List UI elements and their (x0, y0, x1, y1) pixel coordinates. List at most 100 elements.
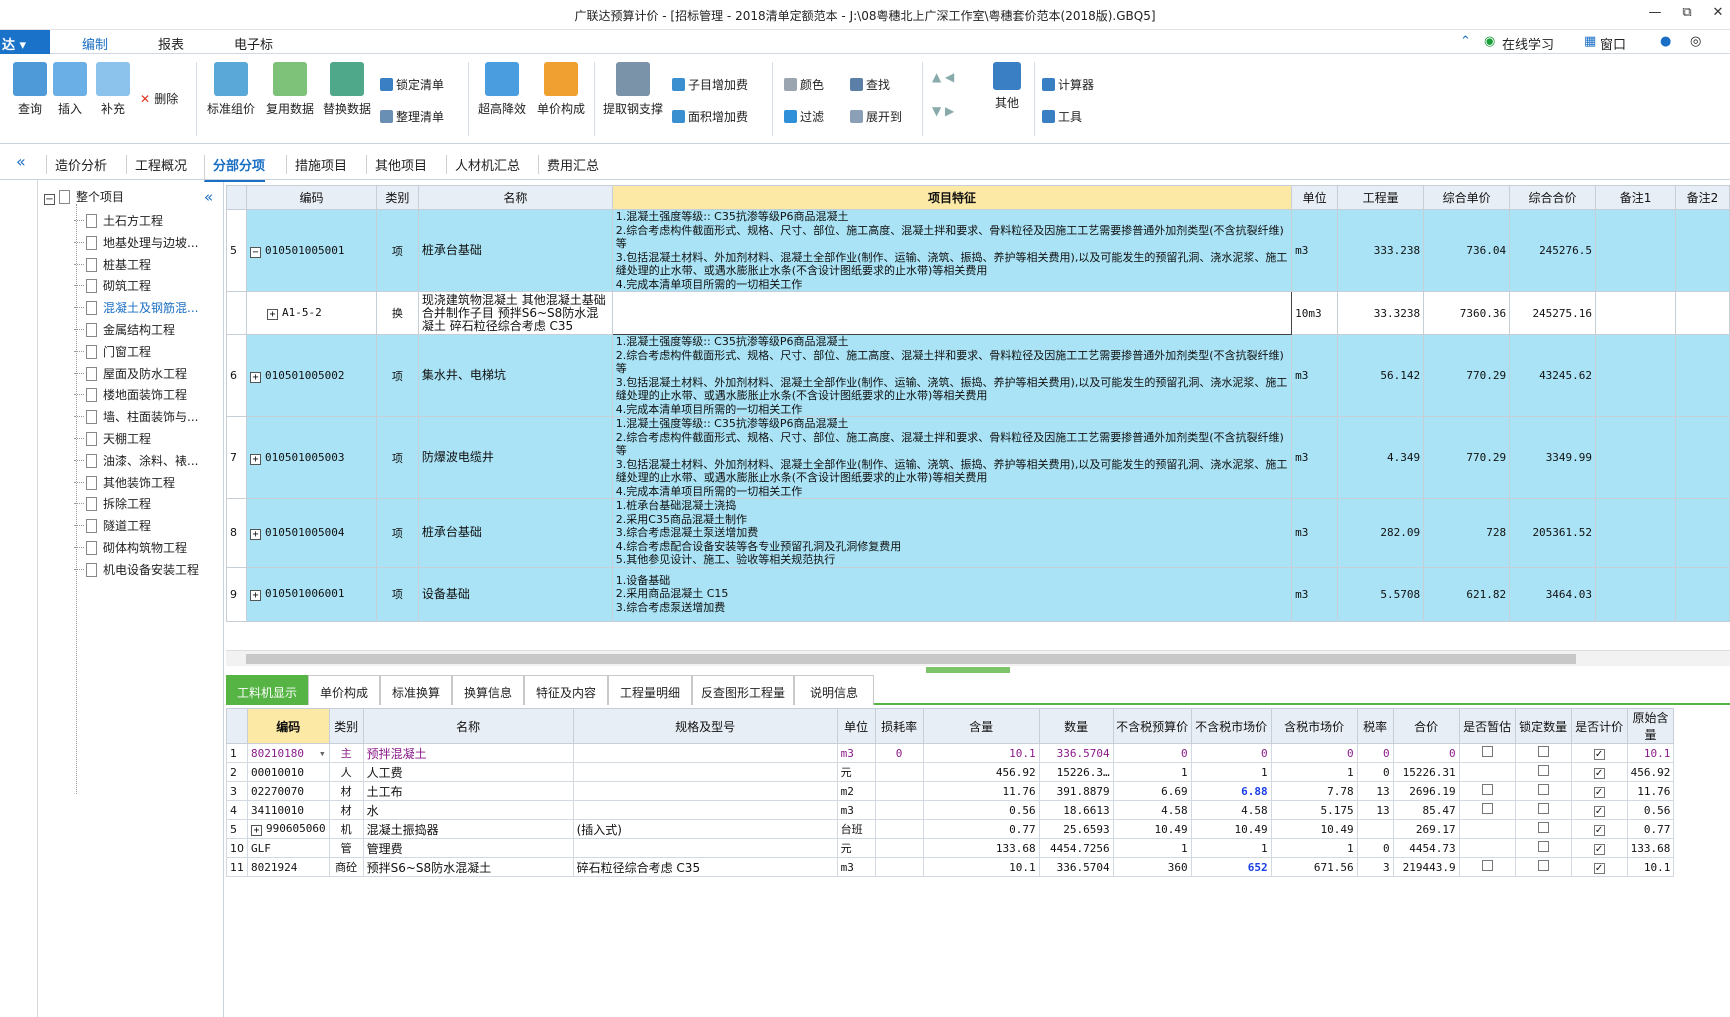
remark1-cell[interactable] (1595, 209, 1676, 292)
column-header[interactable]: 项目特征 (611, 185, 1293, 210)
user-icon[interactable]: ● (1660, 34, 1671, 49)
scroll-thumb[interactable] (246, 654, 1576, 664)
detail-tab[interactable]: 特征及内容 (524, 675, 608, 705)
priced-cell[interactable]: ✓ (1570, 781, 1628, 801)
remark2-cell[interactable] (1674, 334, 1730, 417)
original-content-cell[interactable]: 0.56 (1626, 800, 1675, 820)
color-button[interactable]: 颜色 (784, 76, 824, 93)
tree-item[interactable]: 拆除工程 (74, 495, 151, 512)
unit-cell[interactable]: 元 (836, 762, 876, 782)
extract-rebar-button[interactable]: 提取钢支撑 (600, 62, 666, 117)
type-cell[interactable]: 项 (375, 566, 419, 622)
bill-row[interactable]: 8 +010501005004 项桩承台基础 1.桩承台基础混凝土浇捣 2.采用C35… (226, 498, 1730, 568)
unit-cell[interactable]: m2 (836, 781, 876, 801)
checkbox[interactable]: ✓ (1593, 862, 1605, 874)
bill-row[interactable]: 7 +010501005003 项防爆波电缆井 1.混凝土强度等级:: C35抗渗等级… (226, 416, 1730, 499)
tab-cost-analysis[interactable]: 造价分析 (46, 155, 107, 174)
lock-qty-cell[interactable] (1514, 857, 1572, 877)
calculator-button[interactable]: 计算器 (1042, 76, 1094, 93)
quantity-cell[interactable]: 56.142 (1337, 334, 1425, 417)
tree-item[interactable]: 楼地面装饰工程 (74, 386, 187, 403)
quantity-cell[interactable]: 18.6613 (1038, 800, 1114, 820)
panel-splitter[interactable] (226, 666, 1730, 674)
name-cell[interactable]: 设备基础 (417, 566, 613, 622)
unit-cell[interactable]: m3 (836, 857, 876, 877)
tools-button[interactable]: 工具 (1042, 108, 1082, 125)
tree-item[interactable]: 油漆、涂料、裱... (74, 452, 198, 469)
quantity-cell[interactable]: 4454.7256 (1038, 838, 1114, 858)
filter-button[interactable]: 过滤 (784, 108, 824, 125)
quantity-cell[interactable]: 336.5704 (1038, 743, 1114, 763)
tab-labor-material-summary[interactable]: 人材机汇总 (446, 155, 520, 174)
tax-rate-cell[interactable]: 13 (1356, 781, 1394, 801)
checkbox[interactable] (1537, 860, 1549, 871)
remark2-cell[interactable] (1674, 498, 1730, 568)
tidy-list-button[interactable]: 整理清单 (380, 108, 444, 125)
child-add-button[interactable]: 子目增加费 (672, 76, 748, 93)
unit-cell[interactable]: 元 (836, 838, 876, 858)
tree-root[interactable]: − 整个项目 (44, 188, 124, 205)
content-cell[interactable]: 0.56 (922, 800, 1040, 820)
tab-other-items[interactable]: 其他项目 (366, 155, 427, 174)
code-cell[interactable]: +010501006001 (245, 566, 377, 622)
resource-row[interactable]: 1 80210180 ▾ 主预拌混凝土 m3 0 10.1 336.5704 0 0 0 0 0 ✓ 10.… (226, 743, 1675, 763)
content-cell[interactable]: 456.92 (922, 762, 1040, 782)
column-header[interactable]: 原始含量 (1626, 708, 1675, 744)
tax-rate-cell[interactable]: 0 (1356, 762, 1394, 782)
total-price-cell[interactable]: 3349.99 (1509, 416, 1597, 499)
name-cell[interactable]: 防爆波电缆井 (417, 416, 613, 499)
loss-rate-cell[interactable] (874, 800, 924, 820)
unit-price-cell[interactable]: 728 (1423, 498, 1511, 568)
tree-item[interactable]: 砌筑工程 (74, 277, 151, 294)
resource-row[interactable]: 4 34110010 材水 m3 0.56 18.6613 4.58 4.58 5.175 13 8… (226, 800, 1675, 820)
name-cell[interactable]: 集水井、电梯坑 (417, 334, 613, 417)
checkbox[interactable] (1481, 860, 1493, 871)
spec-cell[interactable]: 碎石粒径综合考虑 C35 (572, 857, 838, 877)
resource-row[interactable]: 2 00010010 人人工费元 456.92 15226.3… 1 1 1 0 15226.31… (226, 762, 1675, 782)
budget-price-cell[interactable]: 1 (1112, 762, 1192, 782)
budget-price-cell[interactable]: 1 (1112, 838, 1192, 858)
spec-cell[interactable] (572, 781, 838, 801)
lock-qty-cell[interactable] (1514, 743, 1572, 763)
column-header[interactable] (226, 708, 248, 744)
code-cell[interactable]: −010501005001 (245, 209, 377, 292)
feature-cell[interactable]: 1.设备基础 2.采用商品混凝土 C15 3.综合考虑泵送增加费 (611, 566, 1293, 622)
lock-qty-cell[interactable] (1514, 838, 1572, 858)
total-cell[interactable]: 15226.31 (1392, 762, 1460, 782)
expand-toggle-icon[interactable]: + (266, 309, 278, 320)
help-icon[interactable]: ◎ (1690, 34, 1701, 49)
estimate-cell[interactable] (1458, 781, 1516, 801)
bill-row[interactable]: 9 +010501006001 项设备基础 1.设备基础 2.采用商品混凝土 C15 … (226, 566, 1730, 622)
loss-rate-cell[interactable] (874, 762, 924, 782)
quantity-cell[interactable]: 4.349 (1337, 416, 1425, 499)
lock-qty-cell[interactable] (1514, 781, 1572, 801)
unit-cell[interactable]: m3 (1291, 209, 1339, 292)
content-cell[interactable]: 0.77 (922, 819, 1040, 839)
column-header[interactable]: 单位 (836, 708, 876, 744)
name-cell[interactable]: 混凝土振捣器 (362, 819, 574, 839)
unit-price-cell[interactable]: 770.29 (1423, 334, 1511, 417)
market-price-cell[interactable]: 10.49 (1190, 819, 1272, 839)
market-price-cell[interactable]: 1 (1190, 838, 1272, 858)
original-content-cell[interactable]: 10.1 (1626, 743, 1675, 763)
code-cell[interactable]: +990605060 (247, 819, 330, 839)
original-content-cell[interactable]: 0.77 (1626, 819, 1675, 839)
name-cell[interactable]: 预拌混凝土 (362, 743, 574, 763)
priced-cell[interactable]: ✓ (1570, 800, 1628, 820)
column-header[interactable]: 锁定数量 (1514, 708, 1572, 744)
tab-project-overview[interactable]: 工程概况 (126, 155, 187, 174)
resource-row[interactable]: 5 +990605060 机混凝土振捣器 (插入式) 台班 0.77 25.6593 10.4… (226, 819, 1675, 839)
unit-composition-button[interactable]: 单价构成 (533, 62, 589, 117)
detail-tab[interactable]: 换算信息 (452, 675, 524, 705)
checkbox[interactable]: ✓ (1593, 805, 1605, 817)
loss-rate-cell[interactable] (874, 781, 924, 801)
market-price-cell[interactable]: 6.88 (1190, 781, 1272, 801)
original-content-cell[interactable]: 133.68 (1626, 838, 1675, 858)
type-cell[interactable]: 管 (328, 838, 364, 858)
delete-button[interactable]: ✕ 删除 (140, 90, 178, 107)
total-price-cell[interactable]: 205361.52 (1509, 498, 1597, 568)
quantity-cell[interactable]: 282.09 (1337, 498, 1425, 568)
type-cell[interactable]: 机 (328, 819, 364, 839)
spec-cell[interactable] (572, 762, 838, 782)
name-cell[interactable]: 现浇建筑物混凝土 其他混凝土基础 合并制作子目 预拌S6~S8防水混凝土 碎石粒… (417, 291, 613, 335)
